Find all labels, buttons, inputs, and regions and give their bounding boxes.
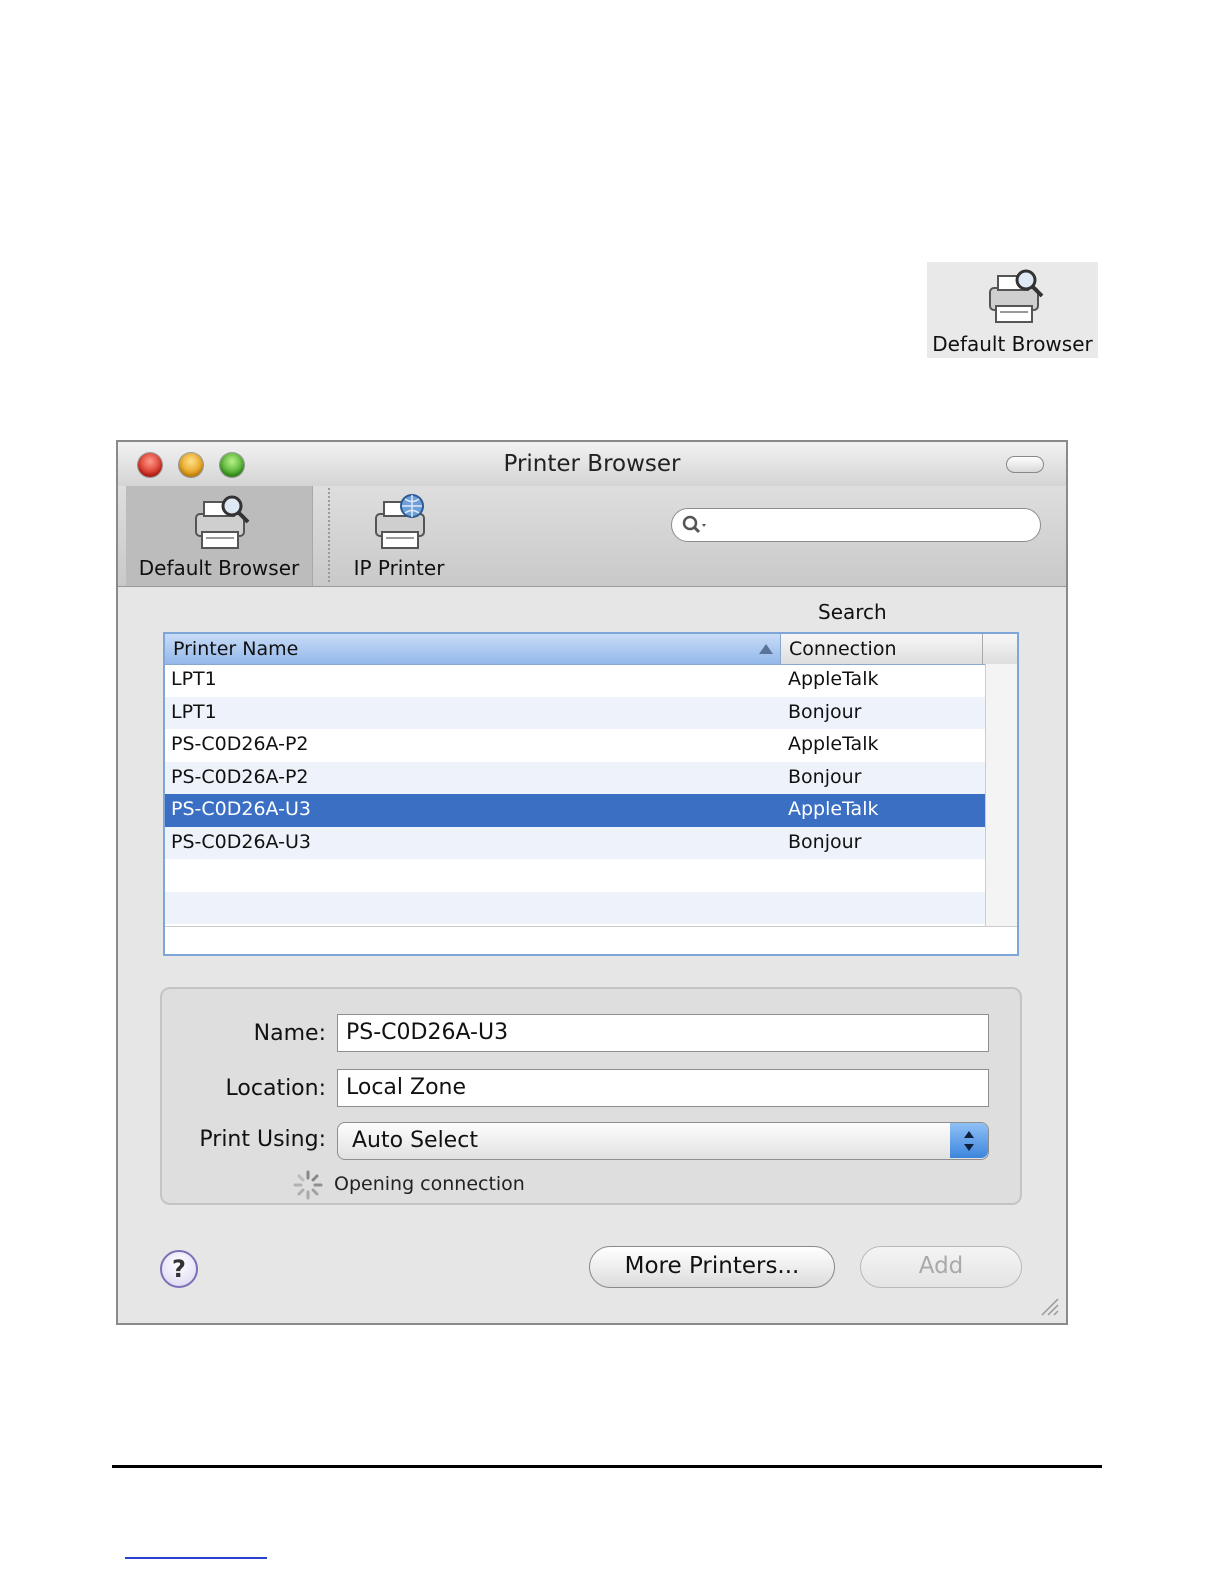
- column-header-connection[interactable]: Connection: [781, 634, 983, 664]
- title-bar[interactable]: Printer Browser: [118, 442, 1066, 486]
- default-browser-standalone-icon: Default Browser: [927, 262, 1098, 358]
- printer-list[interactable]: Printer Name Connection LPT1 AppleTalk LP…: [163, 632, 1019, 956]
- tab-ip-printer-label: IP Printer: [353, 556, 445, 580]
- list-rows: LPT1 AppleTalk LPT1 Bonjour PS-C0D26A-P2 Ap…: [165, 664, 985, 924]
- list-item[interactable]: LPT1 Bonjour: [165, 696, 985, 729]
- name-field[interactable]: PS-C0D26A-U3: [337, 1014, 989, 1052]
- print-using-select[interactable]: Auto Select: [337, 1122, 989, 1160]
- printer-details-group: Name: PS-C0D26A-U3 Location: Local Zone …: [160, 987, 1022, 1205]
- window-title: Printer Browser: [503, 451, 681, 477]
- list-footer: [165, 926, 1017, 954]
- printer-magnifier-icon: [195, 495, 250, 549]
- search-input[interactable]: [712, 512, 1026, 538]
- list-item[interactable]: PS-C0D26A-U3 Bonjour: [165, 826, 985, 859]
- more-printers-button[interactable]: More Printers...: [589, 1246, 835, 1288]
- progress-spinner-icon: [293, 1170, 323, 1200]
- list-header: Printer Name Connection: [165, 634, 1017, 665]
- list-item-selected[interactable]: PS-C0D26A-U3 AppleTalk: [165, 794, 985, 827]
- resize-grip-icon[interactable]: [1038, 1295, 1060, 1317]
- list-item-empty: [165, 859, 985, 892]
- up-down-arrows-icon: [964, 1131, 974, 1151]
- name-label: Name:: [253, 1021, 326, 1046]
- status-text: Opening connection: [334, 1173, 525, 1195]
- column-header-filler: [983, 634, 1017, 664]
- toolbar: Default Browser IP Printer Search: [118, 486, 1066, 624]
- list-item[interactable]: PS-C0D26A-P2 AppleTalk: [165, 729, 985, 762]
- search-label: Search: [818, 600, 887, 624]
- search-field[interactable]: [671, 508, 1041, 542]
- list-item[interactable]: PS-C0D26A-P2 Bonjour: [165, 761, 985, 794]
- location-field[interactable]: Local Zone: [337, 1069, 989, 1107]
- column-header-printer-name[interactable]: Printer Name: [165, 634, 781, 664]
- tab-default-browser[interactable]: Default Browser: [126, 486, 313, 586]
- scrollbar-track[interactable]: [985, 664, 1017, 926]
- printer-magnifier-icon: [989, 269, 1044, 323]
- toolbar-toggle-button[interactable]: [1006, 456, 1044, 473]
- sort-ascending-icon: [759, 644, 773, 654]
- list-item[interactable]: LPT1 AppleTalk: [165, 664, 985, 697]
- search-icon: [682, 515, 706, 534]
- tab-default-browser-label: Default Browser: [138, 556, 300, 580]
- printer-browser-window: Printer Browser Default Browser IP Print…: [116, 440, 1068, 1325]
- standalone-icon-label: Default Browser: [932, 332, 1093, 356]
- footer-link-underline: [125, 1557, 267, 1559]
- printer-globe-icon: [375, 494, 425, 549]
- print-using-value: Auto Select: [352, 1128, 478, 1153]
- print-using-label: Print Using:: [199, 1127, 326, 1152]
- location-label: Location:: [225, 1076, 326, 1101]
- tab-ip-printer[interactable]: IP Printer: [340, 486, 458, 586]
- help-button[interactable]: ?: [160, 1250, 198, 1288]
- toolbar-separator: [328, 488, 330, 582]
- page-divider: [112, 1465, 1102, 1468]
- list-item-empty: [165, 891, 985, 924]
- select-arrows[interactable]: [950, 1123, 988, 1158]
- add-button[interactable]: Add: [860, 1246, 1022, 1288]
